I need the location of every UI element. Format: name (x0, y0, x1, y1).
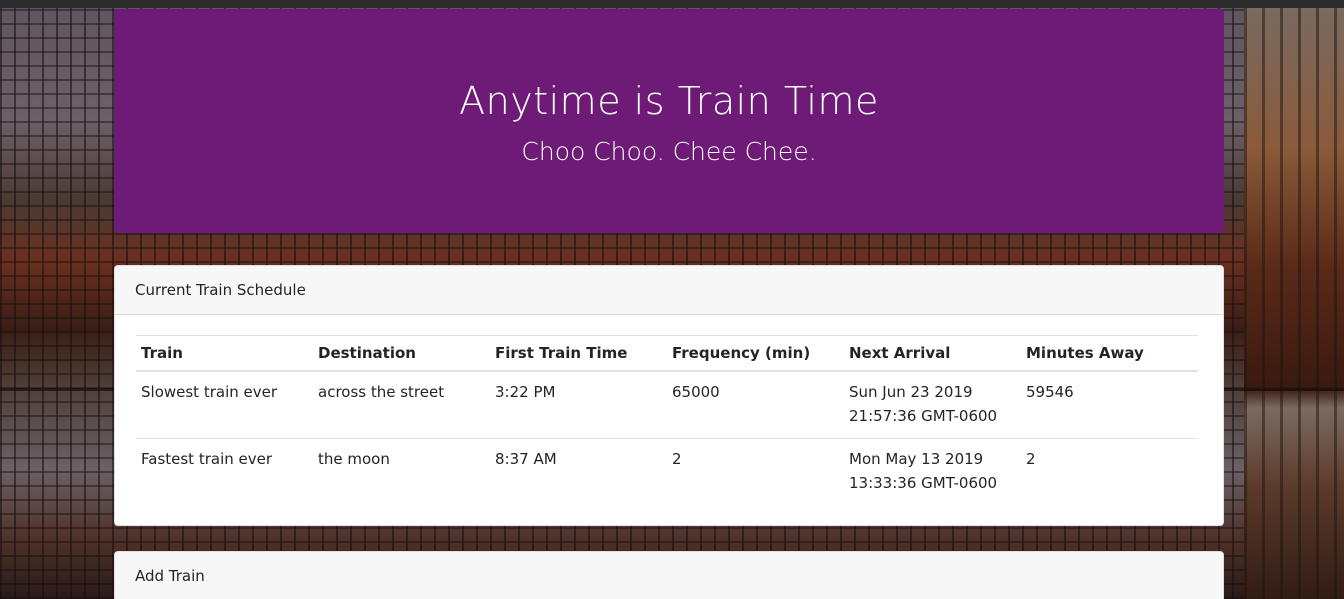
cell-minutes-away: 2 (1021, 438, 1198, 505)
column-header-frequency: Frequency (min) (667, 335, 844, 372)
cell-next-arrival: Sun Jun 23 2019 21:57:36 GMT-0600 (844, 371, 1021, 439)
column-header-next-arrival: Next Arrival (844, 335, 1021, 372)
column-header-train: Train (136, 335, 313, 372)
page-subtitle: Choo Choo. Chee Chee. (521, 137, 817, 166)
browser-top-bar (0, 0, 1344, 8)
table-row: Slowest train ever across the street 3:2… (136, 371, 1198, 439)
table-header-row: Train Destination First Train Time Frequ… (136, 335, 1198, 372)
hero-banner: Anytime is Train Time Choo Choo. Chee Ch… (114, 9, 1224, 233)
table-row: Fastest train ever the moon 8:37 AM 2 Mo… (136, 438, 1198, 505)
column-header-first-train-time: First Train Time (490, 335, 667, 372)
column-header-destination: Destination (313, 335, 490, 372)
next-arrival-time: 21:57:36 GMT-0600 (849, 407, 998, 425)
cell-next-arrival: Mon May 13 2019 13:33:36 GMT-0600 (844, 438, 1021, 505)
cell-train: Fastest train ever (136, 438, 313, 505)
add-train-card-header: Add Train (115, 552, 1223, 599)
page-title: Anytime is Train Time (459, 79, 879, 123)
next-arrival-time: 13:33:36 GMT-0600 (849, 474, 998, 492)
cell-destination: the moon (313, 438, 490, 505)
cell-first-train-time: 8:37 AM (490, 438, 667, 505)
add-train-card: Add Train (114, 551, 1224, 599)
cell-destination: across the street (318, 383, 445, 401)
cell-frequency: 65000 (672, 383, 720, 401)
cell-frequency: 2 (667, 438, 844, 505)
cell-first-train-time: 3:22 PM (495, 383, 556, 401)
background-image-panel (1244, 8, 1344, 599)
cell-minutes-away: 59546 (1026, 383, 1074, 401)
train-schedule-card: Current Train Schedule Train Destination… (114, 265, 1224, 526)
next-arrival-date: Mon May 13 2019 (849, 450, 984, 468)
train-schedule-table: Train Destination First Train Time Frequ… (136, 335, 1198, 505)
schedule-card-body: Train Destination First Train Time Frequ… (115, 315, 1223, 505)
next-arrival-date: Sun Jun 23 2019 (849, 383, 973, 401)
cell-train: Slowest train ever (141, 383, 278, 401)
column-header-minutes-away: Minutes Away (1021, 335, 1198, 372)
schedule-card-header: Current Train Schedule (115, 266, 1223, 315)
